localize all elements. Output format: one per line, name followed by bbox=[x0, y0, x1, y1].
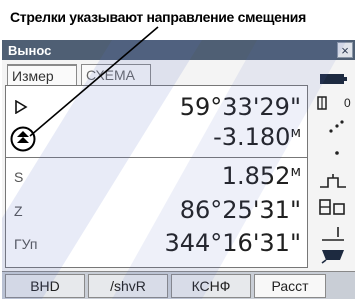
prism-constant: 0 bbox=[344, 96, 351, 110]
window-title: Вынос bbox=[8, 43, 52, 58]
softkey-hd[interactable]: ВНD bbox=[5, 274, 85, 298]
row-label: S bbox=[14, 169, 24, 185]
row-label: Z bbox=[14, 203, 23, 219]
row-angle-offset: 59°33'29" bbox=[6, 93, 307, 123]
softkey-shvr[interactable]: /shvR bbox=[88, 274, 168, 298]
signal-icon bbox=[320, 174, 346, 188]
prism-icon bbox=[317, 96, 327, 110]
target-type-icon bbox=[319, 199, 345, 215]
dot-icon bbox=[335, 151, 339, 155]
tab-measure[interactable]: Измер bbox=[7, 64, 77, 86]
tab-scheme[interactable]: СХЕМА bbox=[81, 64, 151, 86]
tilt-icon bbox=[329, 120, 344, 133]
close-button[interactable]: × bbox=[337, 42, 353, 58]
battery-icon bbox=[320, 74, 347, 84]
status-sidebar: 0 bbox=[310, 60, 355, 272]
row-value: 1.852м bbox=[221, 162, 301, 190]
callout-text: Стрелки указывают направление смещения bbox=[10, 9, 306, 25]
row-zenith: Z 86°25'31" bbox=[6, 196, 307, 226]
double-up-arrow-icon bbox=[10, 126, 36, 152]
softkey-bar: ВНD /shvR КСНФ Расст bbox=[2, 271, 355, 299]
triangle-right-icon bbox=[15, 100, 28, 114]
measurement-panel: 59°33'29" -3.180м S 1.852м Z 86°25'31" Г… bbox=[5, 85, 308, 268]
softkey-config[interactable]: КСНФ bbox=[171, 274, 251, 298]
title-bar: Вынос × bbox=[2, 40, 355, 60]
page-indicator-icon bbox=[322, 227, 344, 241]
row-slope-distance: S 1.852м bbox=[6, 162, 307, 192]
row-distance-offset: -3.180м bbox=[6, 123, 307, 153]
row-value: 59°33'29" bbox=[179, 93, 301, 121]
row-value: 344°16'31" bbox=[164, 229, 301, 257]
callout: Стрелки указывают направление смещения bbox=[0, 0, 355, 40]
row-horizontal-angle: ГУп 344°16'31" bbox=[6, 229, 307, 259]
row-value: -3.180м bbox=[213, 123, 301, 151]
row-label: ГУп bbox=[14, 236, 38, 252]
input-mode-icon[interactable] bbox=[318, 246, 348, 264]
softkey-distance[interactable]: Расст bbox=[254, 274, 326, 298]
device-screen: Вынос × Измер СХЕМА 59°33'29" -3.180м S … bbox=[2, 40, 355, 299]
divider bbox=[6, 157, 307, 158]
row-value: 86°25'31" bbox=[179, 196, 301, 224]
tab-bar: Измер СХЕМА bbox=[2, 60, 320, 86]
